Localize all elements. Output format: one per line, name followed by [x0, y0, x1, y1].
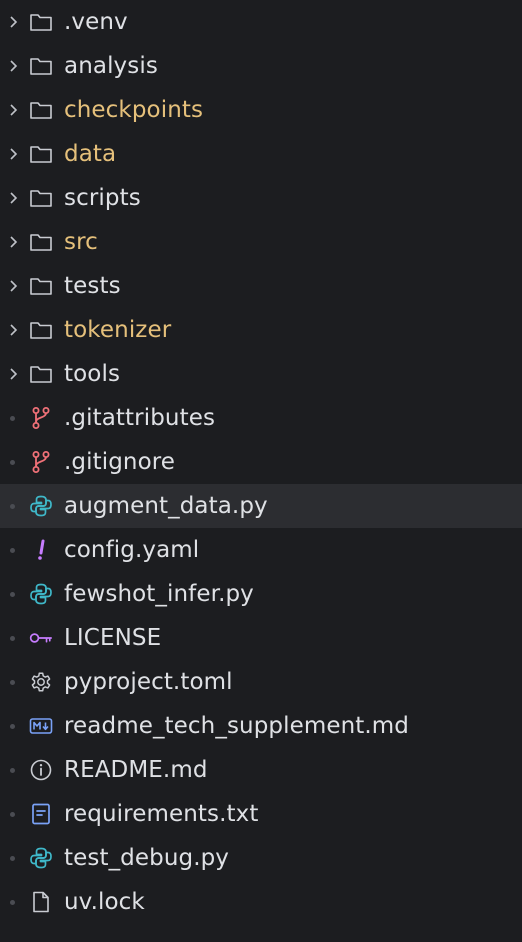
file-row-pyproject[interactable]: pyproject.toml: [0, 660, 522, 704]
folder-label: analysis: [64, 53, 158, 79]
chevron-right-icon[interactable]: [8, 176, 20, 220]
folder-label: tests: [64, 273, 121, 299]
folder-row-data[interactable]: data: [0, 132, 522, 176]
file-label: readme_tech_supplement.md: [64, 713, 410, 739]
file-indent-dot: [10, 592, 15, 597]
file-row-gitattributes[interactable]: .gitattributes: [0, 396, 522, 440]
folder-label: data: [64, 141, 117, 167]
info-icon: [29, 748, 53, 792]
folder-row-analysis[interactable]: analysis: [0, 44, 522, 88]
chevron-right-icon[interactable]: [8, 308, 20, 352]
folder-label: checkpoints: [64, 97, 204, 123]
file-row-requirements[interactable]: requirements.txt: [0, 792, 522, 836]
file-row-config-yaml[interactable]: config.yaml: [0, 528, 522, 572]
file-label: pyproject.toml: [64, 669, 233, 695]
file-indent-dot: [10, 768, 15, 773]
file-indent-dot: [10, 416, 15, 421]
folder-icon: [29, 352, 53, 396]
file-label: .gitattributes: [64, 405, 216, 431]
folder-row-tools[interactable]: tools: [0, 352, 522, 396]
file-label: fewshot_infer.py: [64, 581, 254, 607]
file-indent-dot: [10, 900, 15, 905]
file-label: LICENSE: [64, 625, 162, 651]
folder-label: scripts: [64, 185, 141, 211]
folder-icon: [29, 308, 53, 352]
file-label: config.yaml: [64, 537, 200, 563]
file-indent-dot: [10, 856, 15, 861]
folder-label: src: [64, 229, 98, 255]
file-indent-dot: [10, 636, 15, 641]
folder-icon: [29, 44, 53, 88]
file-row-test-debug[interactable]: test_debug.py: [0, 836, 522, 880]
folder-label: .venv: [64, 9, 128, 35]
file-indent-dot: [10, 548, 15, 553]
folder-icon: [29, 264, 53, 308]
chevron-right-icon[interactable]: [8, 352, 20, 396]
git-branch-icon: [29, 396, 53, 440]
folder-label: tokenizer: [64, 317, 172, 343]
folder-label: tools: [64, 361, 121, 387]
chevron-right-icon[interactable]: [8, 44, 20, 88]
chevron-right-icon[interactable]: [8, 132, 20, 176]
file-row-readme[interactable]: README.md: [0, 748, 522, 792]
file-label: test_debug.py: [64, 845, 230, 871]
folder-row-checkpoints[interactable]: checkpoints: [0, 88, 522, 132]
folder-row-scripts[interactable]: scripts: [0, 176, 522, 220]
markdown-icon: [29, 704, 53, 748]
file-indent-dot: [10, 504, 15, 509]
folder-row-tests[interactable]: tests: [0, 264, 522, 308]
file-label: .gitignore: [64, 449, 176, 475]
git-branch-icon: [29, 440, 53, 484]
folder-icon: [29, 220, 53, 264]
file-indent-dot: [10, 724, 15, 729]
folder-row-src[interactable]: src: [0, 220, 522, 264]
folder-icon: [29, 176, 53, 220]
chevron-right-icon[interactable]: [8, 264, 20, 308]
key-icon: [29, 616, 53, 660]
text-file-icon: [29, 792, 53, 836]
file-row-license[interactable]: LICENSE: [0, 616, 522, 660]
python-icon: [29, 836, 53, 880]
gear-icon: [29, 660, 53, 704]
file-label: README.md: [64, 757, 208, 783]
file-row-readme-tech[interactable]: readme_tech_supplement.md: [0, 704, 522, 748]
file-row-augment-data[interactable]: augment_data.py: [0, 484, 522, 528]
file-row-fewshot-infer[interactable]: fewshot_infer.py: [0, 572, 522, 616]
folder-icon: [29, 88, 53, 132]
python-icon: [29, 484, 53, 528]
file-indent-dot: [10, 812, 15, 817]
python-icon: [29, 572, 53, 616]
folder-row-tokenizer[interactable]: tokenizer: [0, 308, 522, 352]
chevron-right-icon[interactable]: [8, 88, 20, 132]
file-row-gitignore[interactable]: .gitignore: [0, 440, 522, 484]
file-indent-dot: [10, 680, 15, 685]
folder-icon: [29, 132, 53, 176]
file-row-uv-lock[interactable]: uv.lock: [0, 880, 522, 924]
file-icon: [29, 880, 53, 924]
file-label: uv.lock: [64, 889, 145, 915]
file-label: augment_data.py: [64, 493, 268, 519]
file-indent-dot: [10, 460, 15, 465]
chevron-right-icon[interactable]: [8, 220, 20, 264]
yaml-exclamation-icon: [29, 528, 53, 572]
folder-icon: [29, 0, 53, 44]
file-label: requirements.txt: [64, 801, 259, 827]
file-explorer-tree: .venv analysis checkpoints data scripts …: [0, 0, 522, 942]
chevron-right-icon[interactable]: [8, 0, 20, 44]
folder-row-venv[interactable]: .venv: [0, 0, 522, 44]
